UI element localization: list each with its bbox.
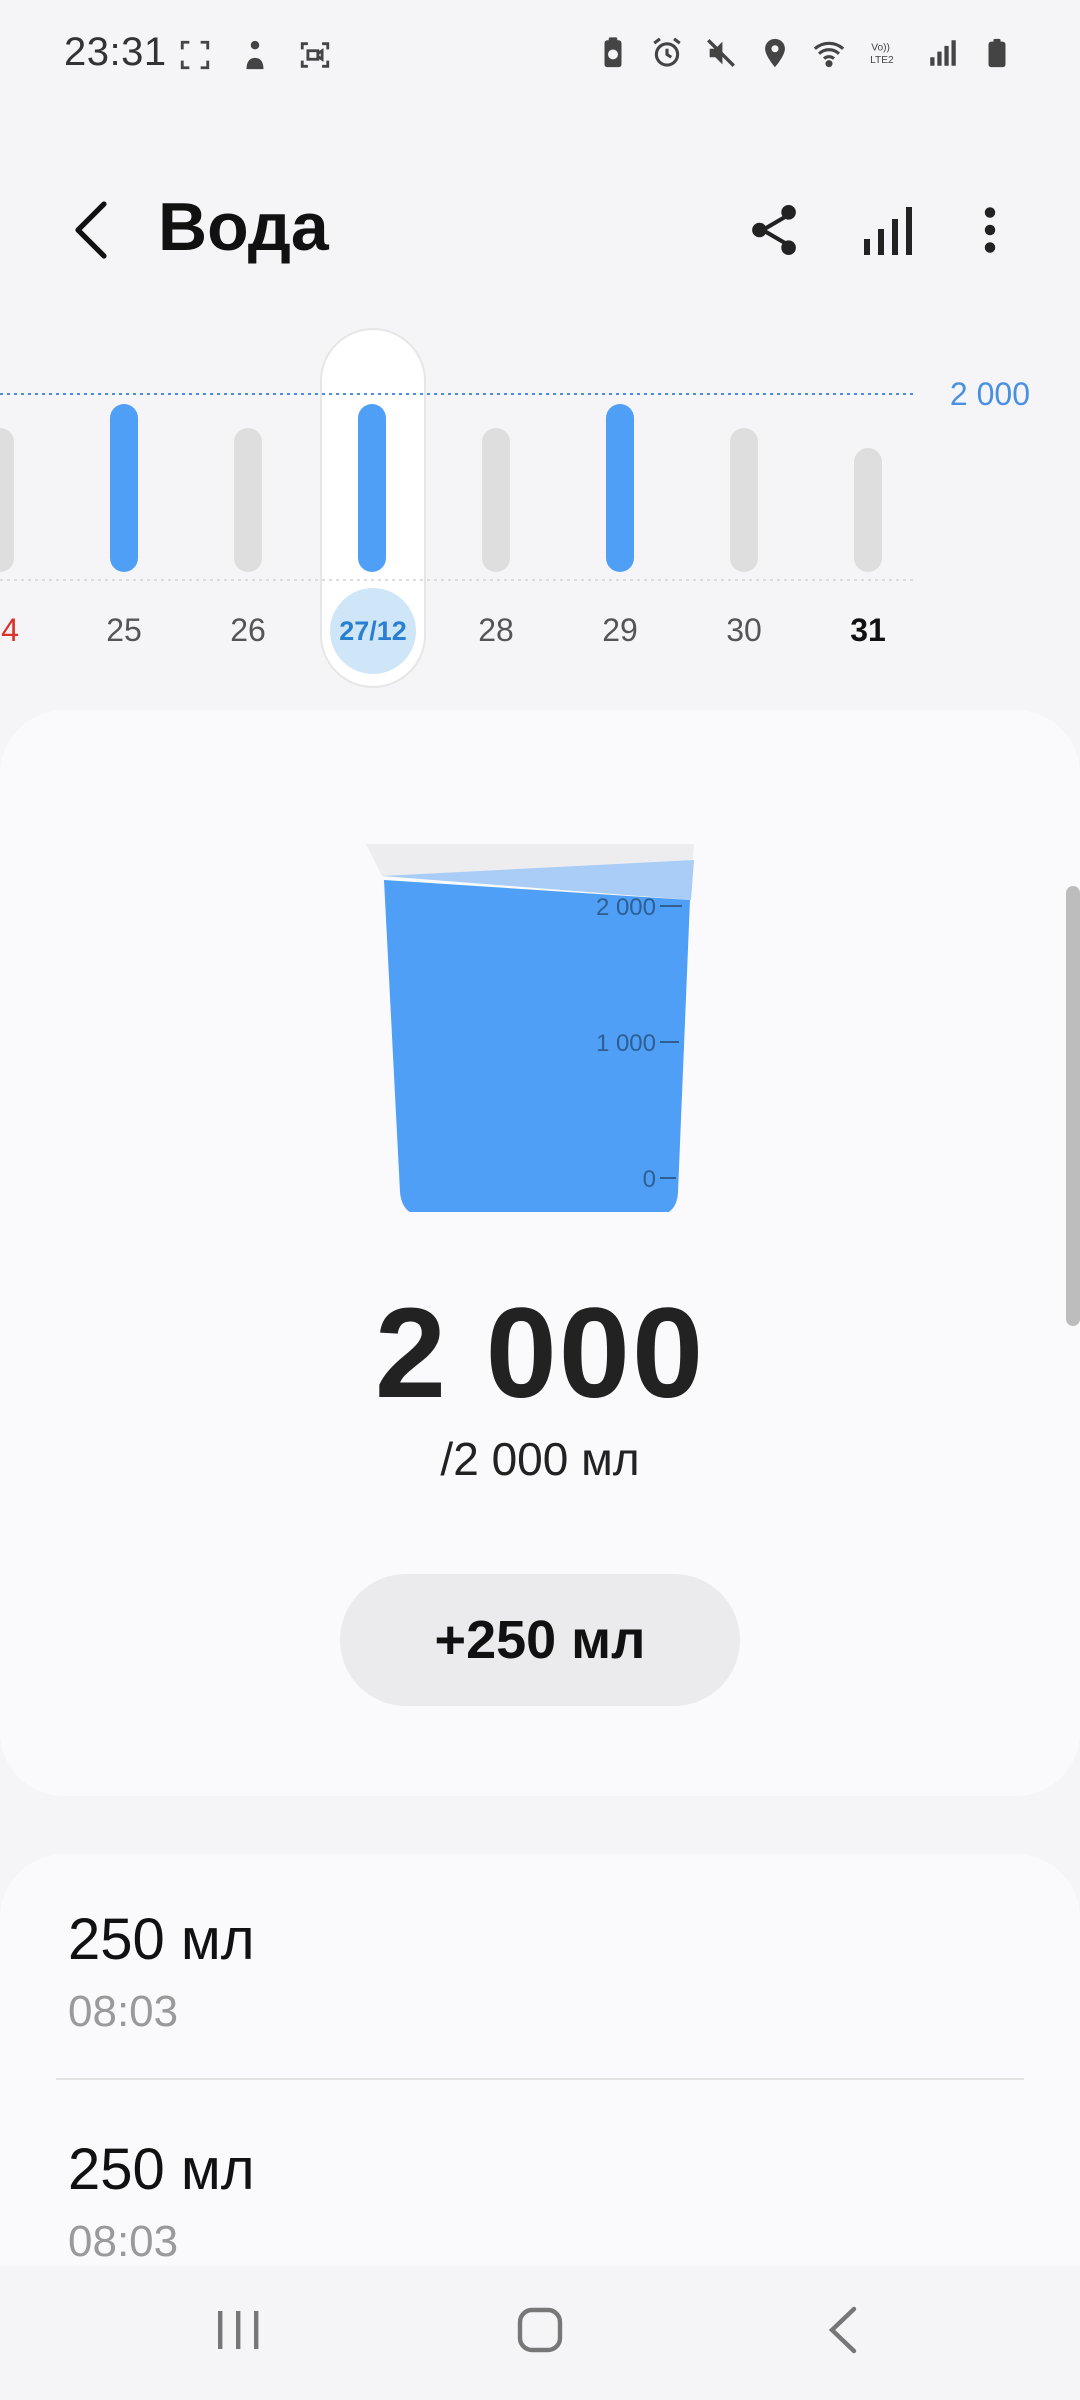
accessibility-icon (236, 36, 274, 74)
signal-icon (924, 34, 962, 72)
entry-amount: 250 мл (68, 1907, 255, 1972)
day-bar-26[interactable] (234, 428, 262, 572)
day-bar-29[interactable] (606, 404, 634, 572)
water-cup-graphic: 2 000 1 000 0 (366, 844, 694, 1212)
day-bar-27-12[interactable] (358, 404, 386, 572)
day-label-selected[interactable]: 27/12 (330, 588, 416, 674)
screen-record-icon (296, 36, 334, 74)
wifi-icon (810, 34, 848, 72)
day-label[interactable]: 4 (0, 612, 60, 649)
mute-icon (702, 34, 740, 72)
entry-time: 08:03 (68, 1987, 179, 2036)
svg-text:LTE2: LTE2 (870, 55, 894, 66)
water-tracker-screen: 23:31 Vo)) LTE2 Вода 2 000 4 25 26 27/12… (0, 0, 1080, 2400)
day-label[interactable]: 29 (570, 612, 670, 649)
chevron-left-icon (70, 198, 114, 267)
screenshot-icon (176, 36, 214, 74)
weekly-chart[interactable]: 2 000 4 25 26 27/12 28 29 30 31 (0, 320, 1080, 700)
bar-chart-icon (862, 203, 914, 262)
more-vertical-icon (983, 205, 997, 260)
day-bar-30[interactable] (730, 428, 758, 572)
day-bar-25[interactable] (110, 404, 138, 572)
share-icon (749, 202, 799, 263)
recents-icon (216, 2309, 260, 2356)
day-label[interactable]: 26 (198, 612, 298, 649)
share-button[interactable] (736, 194, 812, 270)
status-bar: 23:31 Vo)) LTE2 (0, 0, 1080, 110)
day-bar-31[interactable] (854, 448, 882, 572)
consumed-amount: 2 000 (374, 1282, 706, 1425)
recents-button[interactable] (193, 2292, 283, 2372)
day-label[interactable]: 30 (694, 612, 794, 649)
location-icon (756, 34, 794, 72)
day-label[interactable]: 25 (74, 612, 174, 649)
cup-tick-label: 0 (643, 1166, 656, 1193)
more-options-button[interactable] (952, 194, 1028, 270)
battery-saver-icon (594, 34, 632, 72)
day-label[interactable]: 28 (446, 612, 546, 649)
entry-time: 08:03 (68, 2217, 179, 2266)
daily-summary-card: 2 000 1 000 0 2 000 /2 000 мл +250 мл (0, 710, 1080, 1796)
stats-button[interactable] (850, 194, 926, 270)
back-button[interactable] (54, 194, 130, 270)
cup-tick-label: 2 000 (596, 894, 656, 921)
day-bar-28[interactable] (482, 428, 510, 572)
divider (56, 2078, 1024, 2080)
app-bar: Вода (0, 170, 1080, 290)
cup-tick-label: 1 000 (596, 1030, 656, 1057)
battery-icon (978, 34, 1016, 72)
day-bar-4[interactable] (0, 428, 14, 572)
back-icon (828, 2305, 858, 2360)
home-icon (516, 2306, 564, 2359)
list-item[interactable]: 250 мл 08:03 (68, 2136, 1028, 2267)
entry-amount: 250 мл (68, 2137, 255, 2202)
add-250ml-button[interactable]: +250 мл (340, 1574, 740, 1706)
scroll-indicator[interactable] (1066, 886, 1080, 1326)
list-item[interactable]: 250 мл 08:03 (68, 1906, 1028, 2037)
daily-goal: /2 000 мл (440, 1433, 640, 1485)
volte-icon: Vo)) LTE2 (864, 34, 908, 72)
svg-text:Vo)): Vo)) (871, 43, 890, 54)
day-label[interactable]: 31 (818, 612, 918, 649)
status-time: 23:31 (64, 30, 167, 74)
system-nav-bar (0, 2266, 1080, 2400)
home-button[interactable] (495, 2292, 585, 2372)
goal-line-label: 2 000 (949, 376, 1030, 412)
page-title: Вода (158, 189, 329, 265)
alarm-icon (648, 34, 686, 72)
system-back-button[interactable] (798, 2292, 888, 2372)
